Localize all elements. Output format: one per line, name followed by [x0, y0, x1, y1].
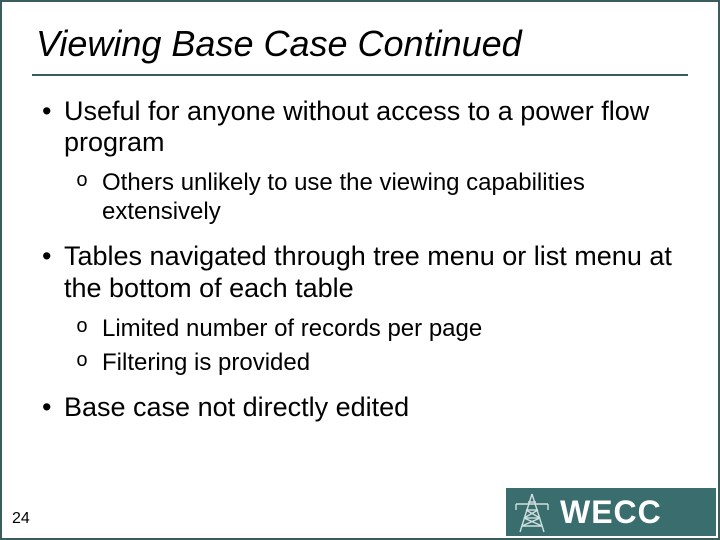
- bullet-item: Base case not directly edited: [36, 392, 684, 424]
- bullet-item: Tables navigated through tree menu or li…: [36, 241, 684, 378]
- slide-title: Viewing Base Case Continued: [36, 24, 684, 64]
- bullet-text: Tables navigated through tree menu or li…: [64, 241, 672, 303]
- sub-list: Others unlikely to use the viewing capab…: [64, 169, 684, 227]
- brand-text: WECC: [560, 494, 662, 531]
- tower-icon: [510, 490, 554, 534]
- page-number: 24: [12, 510, 30, 528]
- bullet-text: Useful for anyone without access to a po…: [64, 96, 649, 158]
- sub-item: Others unlikely to use the viewing capab…: [64, 169, 684, 227]
- bullet-text: Base case not directly edited: [64, 392, 409, 422]
- sub-item: Limited number of records per page: [64, 315, 684, 344]
- brand-logo: WECC: [506, 488, 716, 536]
- title-rule: [32, 74, 688, 76]
- bullet-list: Useful for anyone without access to a po…: [32, 96, 688, 424]
- slide: Viewing Base Case Continued Useful for a…: [0, 0, 720, 540]
- sub-item: Filtering is provided: [64, 349, 684, 378]
- sub-list: Limited number of records per page Filte…: [64, 315, 684, 379]
- bullet-item: Useful for anyone without access to a po…: [36, 96, 684, 227]
